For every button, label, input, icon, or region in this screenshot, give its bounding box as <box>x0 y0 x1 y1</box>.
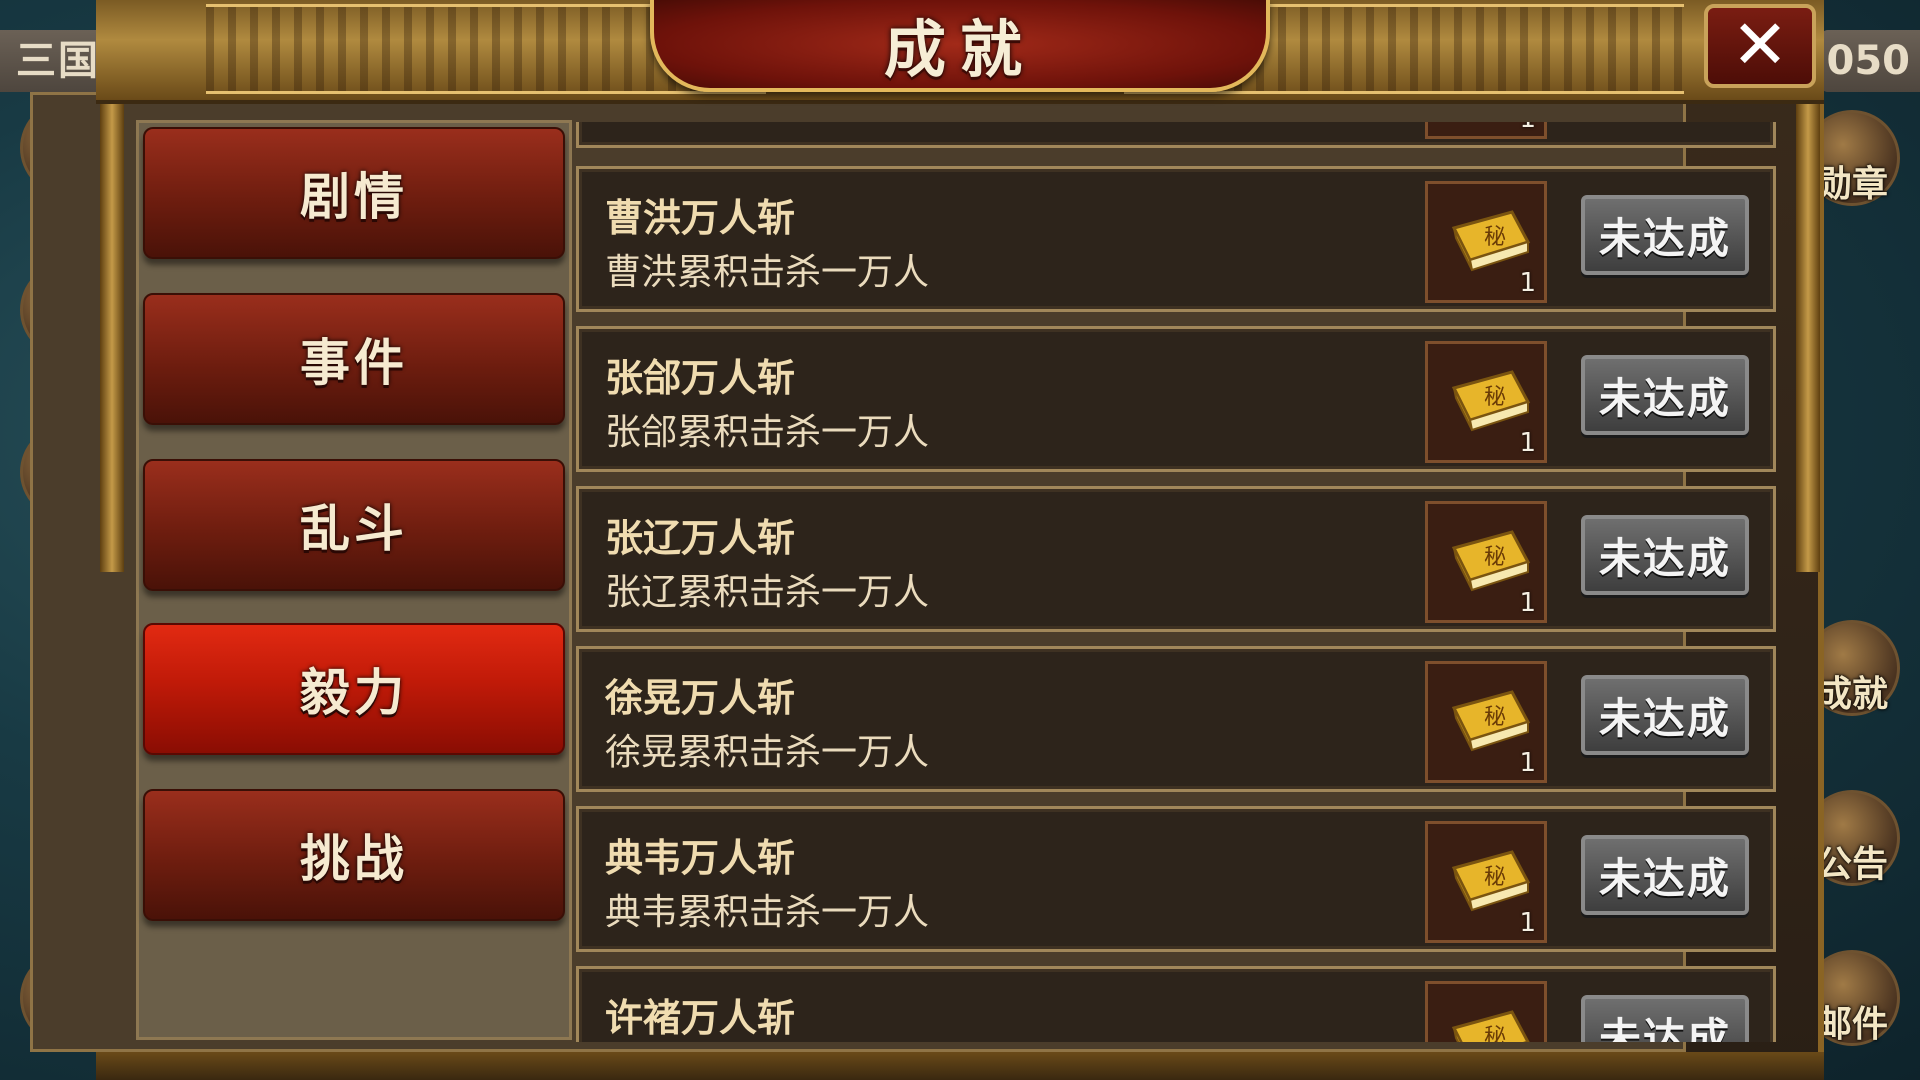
svg-text:秘: 秘 <box>1484 225 1506 250</box>
svg-text:秘: 秘 <box>1484 545 1506 570</box>
tab-perseverance[interactable]: 毅力 <box>143 623 565 755</box>
reward-count: 1 <box>1519 428 1536 458</box>
achievement-title: 张辽万人斩 <box>605 516 796 560</box>
status-label: 未达成 <box>1598 853 1731 903</box>
left-curtain-decoration <box>100 92 124 572</box>
achievement-row: 许褚万人斩 秘 未达成 <box>576 966 1776 1042</box>
status-button[interactable]: 未达成 <box>1581 675 1749 755</box>
gold-book-icon: 秘 <box>1451 370 1531 432</box>
status-button[interactable]: 未达成 <box>1581 995 1749 1042</box>
reward-slot[interactable]: 秘 1 <box>1425 341 1547 463</box>
status-button[interactable]: 未达成 <box>1581 515 1749 595</box>
achievement-row: 典韦万人斩 典韦累积击杀一万人 秘 1 未达成 <box>576 806 1776 952</box>
background-game-title: 三国 <box>0 30 110 92</box>
achievement-row: 曹洪万人斩 曹洪累积击杀一万人 秘 1 未达成 <box>576 166 1776 312</box>
status-button[interactable]: 未达成 <box>1581 355 1749 435</box>
reward-count: 1 <box>1519 908 1536 938</box>
reward-count: 1 <box>1519 748 1536 778</box>
achievement-title: 典韦万人斩 <box>605 836 796 880</box>
achievement-description: 张郃累积击杀一万人 <box>605 412 930 453</box>
gold-book-icon: 秘 <box>1451 850 1531 912</box>
achievement-row: 徐晃万人斩 徐晃累积击杀一万人 秘 1 未达成 <box>576 646 1776 792</box>
dialog-bottom-frame <box>96 1052 1824 1080</box>
status-button[interactable]: 未达成 <box>1581 195 1749 275</box>
achievement-row: 张郃万人斩 张郃累积击杀一万人 秘 1 未达成 <box>576 326 1776 472</box>
reward-slot[interactable]: 秘 1 <box>1425 661 1547 783</box>
tab-label: 毅力 <box>300 664 408 722</box>
tab-label: 乱斗 <box>300 500 408 558</box>
tab-event[interactable]: 事件 <box>143 293 565 425</box>
achievement-title: 曹洪万人斩 <box>605 196 796 240</box>
svg-text:秘: 秘 <box>1484 705 1506 730</box>
tab-label: 事件 <box>300 334 408 392</box>
tab-label: 挑战 <box>300 830 408 888</box>
category-tabs: 剧情 事件 乱斗 毅力 挑战 <box>136 120 572 1040</box>
status-button[interactable]: 未达成 <box>1581 835 1749 915</box>
background-currency-value: 050 <box>1820 30 1920 92</box>
svg-text:秘: 秘 <box>1484 1025 1506 1042</box>
reward-slot[interactable]: 秘 1 <box>1425 501 1547 623</box>
status-label: 未达成 <box>1598 693 1731 743</box>
tab-story[interactable]: 剧情 <box>143 127 565 259</box>
status-label: 未达成 <box>1598 533 1731 583</box>
list-item-partial: 1 <box>576 122 1776 148</box>
gold-book-icon: 秘 <box>1451 530 1531 592</box>
status-label: 未达成 <box>1598 213 1731 263</box>
achievement-title: 张郃万人斩 <box>605 356 796 400</box>
achievement-list[interactable]: 1 曹洪万人斩 曹洪累积击杀一万人 秘 1 未达成 张郃万人斩 张郃累积击杀一万… <box>576 122 1776 1042</box>
title-plate: 成就 <box>650 0 1270 92</box>
achievement-description: 徐晃累积击杀一万人 <box>605 732 930 773</box>
gold-book-icon: 秘 <box>1451 210 1531 272</box>
tab-challenge[interactable]: 挑战 <box>143 789 565 921</box>
reward-slot[interactable]: 秘 1 <box>1425 821 1547 943</box>
achievement-title: 许褚万人斩 <box>605 996 796 1040</box>
reward-count: 1 <box>1519 268 1536 298</box>
achievement-description: 张辽累积击杀一万人 <box>605 572 930 613</box>
tab-brawl[interactable]: 乱斗 <box>143 459 565 591</box>
reward-count: 1 <box>1519 588 1536 618</box>
svg-text:秘: 秘 <box>1484 865 1506 890</box>
tab-label: 剧情 <box>300 168 408 226</box>
svg-text:秘: 秘 <box>1484 385 1506 410</box>
dialog-title: 成就 <box>883 13 1036 86</box>
gold-book-icon: 秘 <box>1451 690 1531 752</box>
achievement-description: 曹洪累积击杀一万人 <box>605 252 930 293</box>
gold-book-icon: 秘 <box>1451 1010 1530 1042</box>
achievement-row: 张辽万人斩 张辽累积击杀一万人 秘 1 未达成 <box>576 486 1776 632</box>
reward-slot[interactable]: 1 <box>1425 122 1547 139</box>
reward-slot[interactable]: 秘 1 <box>1425 181 1547 303</box>
status-label: 未达成 <box>1598 1013 1731 1043</box>
right-curtain-decoration <box>1796 92 1820 572</box>
achievement-description: 典韦累积击杀一万人 <box>605 892 930 933</box>
close-icon: ✕ <box>1731 6 1789 85</box>
reward-count: 1 <box>1519 122 1536 134</box>
reward-slot[interactable]: 秘 <box>1425 981 1547 1042</box>
close-button[interactable]: ✕ <box>1704 4 1816 88</box>
achievement-title: 徐晃万人斩 <box>605 676 796 720</box>
status-label: 未达成 <box>1598 373 1731 423</box>
